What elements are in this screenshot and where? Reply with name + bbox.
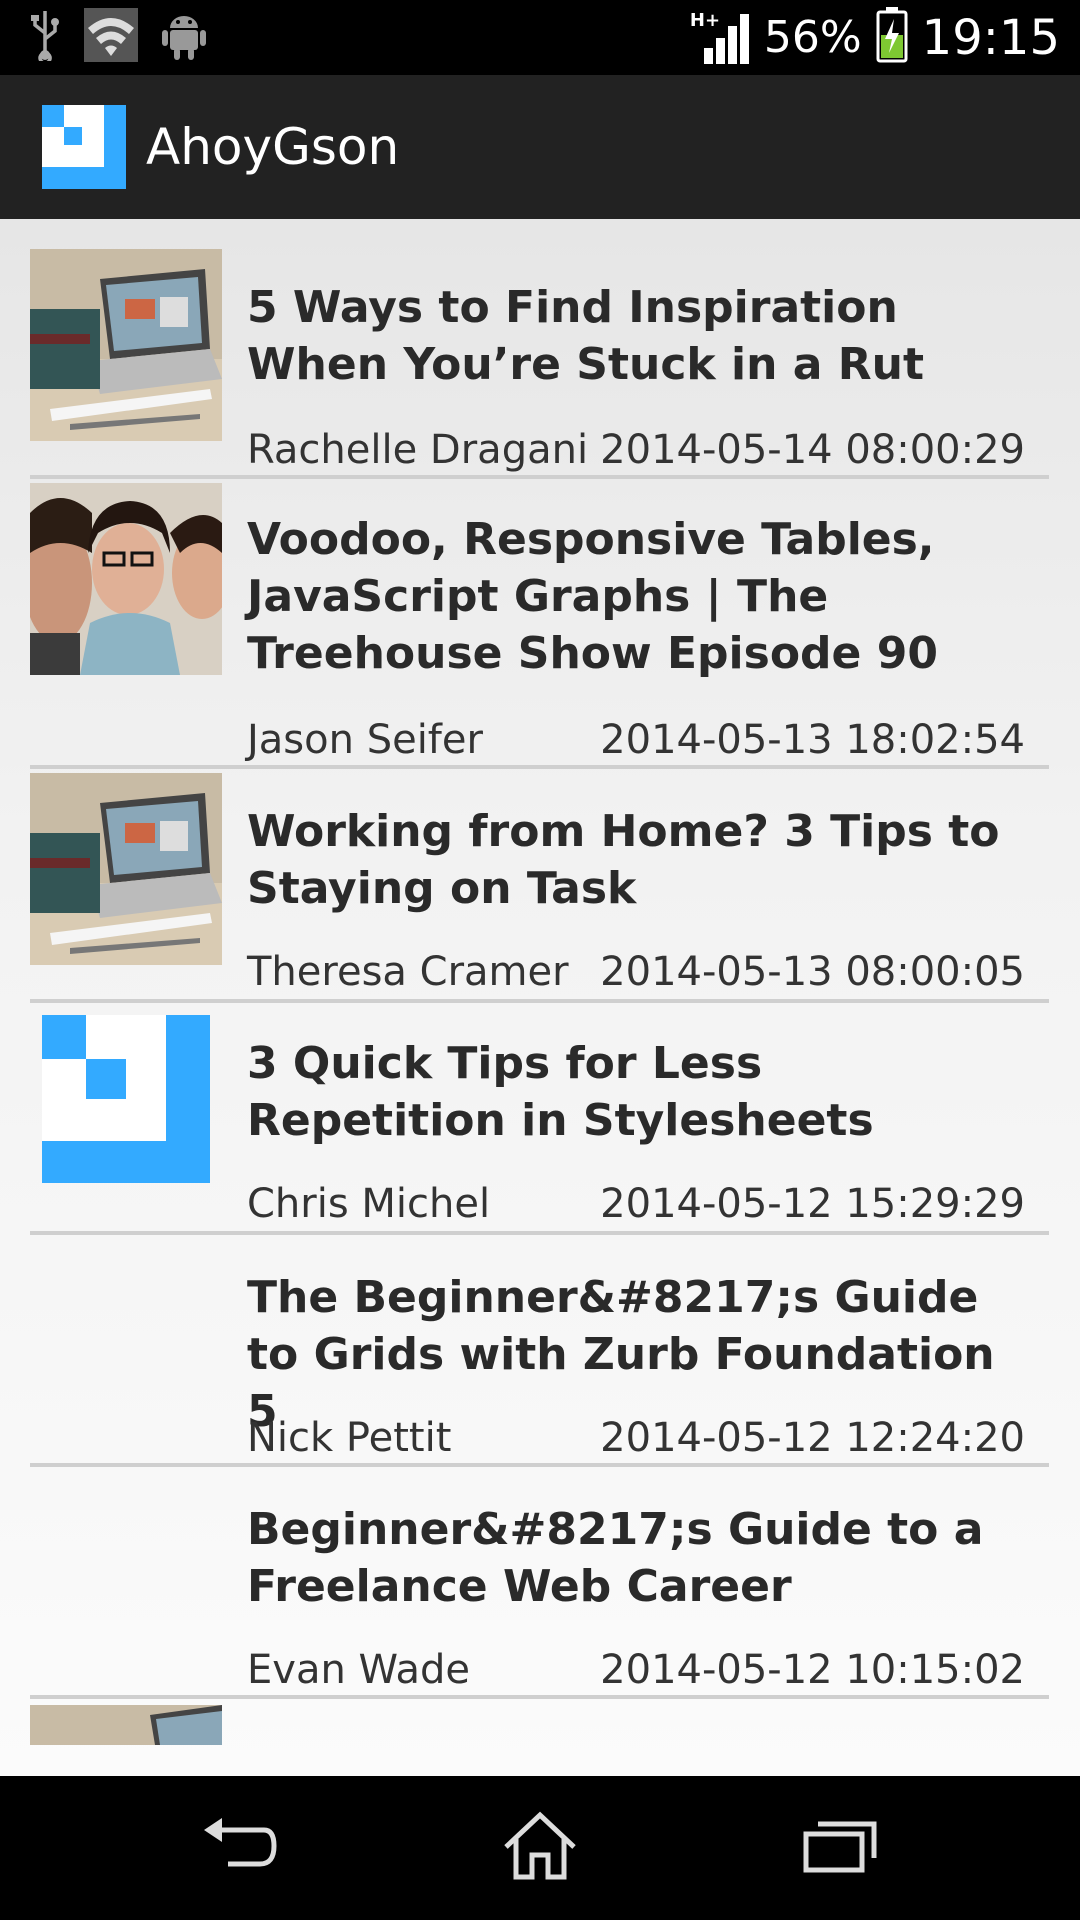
list-item[interactable]: The Beginner&#8217;s Guide to Grids with… <box>30 1235 1049 1468</box>
navigation-bar <box>0 1776 1080 1920</box>
article-author: Rachelle Dragani <box>247 427 589 473</box>
list-item[interactable]: Working from Home? 3 Tips to Staying on … <box>30 769 1049 1003</box>
article-author: Nick Pettit <box>247 1415 452 1461</box>
clock: 19:15 <box>921 9 1060 66</box>
article-date: 2014-05-12 10:15:02 <box>600 1647 1025 1693</box>
recent-apps-button[interactable] <box>760 1776 920 1920</box>
thumbnail-laptop-photo <box>30 1705 222 1745</box>
thumbnail-laptop-photo <box>30 773 222 965</box>
list-item[interactable]: 5 Ways to Find Inspiration When You’re S… <box>30 219 1049 479</box>
status-bar: H+ 56% 19:15 <box>0 0 1080 75</box>
article-title: Voodoo, Responsive Tables, JavaScript Gr… <box>247 514 938 679</box>
article-title: Working from Home? 3 Tips to Staying on … <box>247 806 1000 914</box>
wifi-icon <box>84 8 138 67</box>
thumbnail-laptop-photo <box>30 249 222 441</box>
list-item[interactable]: Beginner&#8217;s Guide to a Freelance We… <box>30 1467 1049 1700</box>
article-date: 2014-05-13 08:00:05 <box>600 949 1025 995</box>
article-author: Jason Seifer <box>247 717 483 763</box>
article-date: 2014-05-12 15:29:29 <box>600 1181 1025 1227</box>
list-item[interactable]: 3 Quick Tips for Less Repetition in Styl… <box>30 1003 1049 1236</box>
article-author: Chris Michel <box>247 1181 491 1227</box>
home-button[interactable] <box>460 1776 620 1920</box>
usb-icon <box>30 9 60 66</box>
recent-apps-icon <box>802 1818 878 1879</box>
back-button[interactable] <box>160 1776 320 1920</box>
article-title: Beginner&#8217;s Guide to a Freelance We… <box>247 1504 984 1612</box>
home-icon <box>502 1811 578 1886</box>
list-item[interactable]: Voodoo, Responsive Tables, JavaScript Gr… <box>30 479 1049 769</box>
article-date: 2014-05-13 18:02:54 <box>600 717 1025 763</box>
app-title: AhoyGson <box>146 118 400 176</box>
signal-icon: H+ <box>690 10 750 66</box>
back-icon <box>200 1816 280 1881</box>
battery-percent: 56% <box>763 12 862 63</box>
android-icon <box>162 10 206 65</box>
article-author: Theresa Cramer <box>247 949 569 995</box>
action-bar: AhoyGson <box>0 75 1080 219</box>
list-divider <box>30 1695 1049 1699</box>
thumbnail-app-logo <box>30 1003 222 1195</box>
app-logo-icon[interactable] <box>42 105 126 189</box>
article-date: 2014-05-14 08:00:29 <box>600 427 1025 473</box>
article-title: 3 Quick Tips for Less Repetition in Styl… <box>247 1038 874 1146</box>
article-author: Evan Wade <box>247 1647 471 1693</box>
article-title: 5 Ways to Find Inspiration When You’re S… <box>247 282 924 390</box>
battery-icon <box>876 7 908 68</box>
thumbnail-people-photo <box>30 483 222 675</box>
list-item[interactable] <box>30 1705 1049 1776</box>
article-date: 2014-05-12 12:24:20 <box>600 1415 1025 1461</box>
article-list[interactable]: 5 Ways to Find Inspiration When You’re S… <box>0 219 1080 1776</box>
